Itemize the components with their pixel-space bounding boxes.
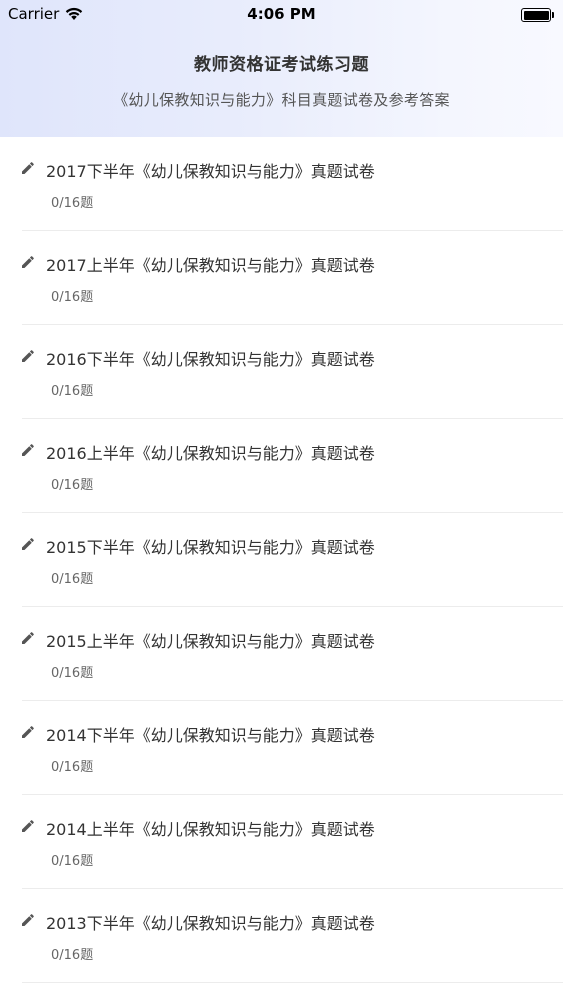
exam-list-item[interactable]: 2013下半年《幼儿保教知识与能力》真题试卷 0/16题: [0, 889, 563, 983]
exam-progress: 0/16题: [51, 948, 94, 963]
pencil-icon: [22, 632, 34, 644]
exam-progress: 0/16题: [51, 666, 94, 681]
exam-list: 2017下半年《幼儿保教知识与能力》真题试卷 0/16题 2017上半年《幼儿保…: [0, 137, 563, 983]
status-bar: Carrier 4:06 PM: [0, 0, 563, 30]
exam-progress: 0/16题: [51, 290, 94, 305]
pencil-icon: [22, 914, 34, 926]
exam-title: 2014下半年《幼儿保教知识与能力》真题试卷: [46, 726, 375, 745]
pencil-icon: [22, 162, 34, 174]
pencil-icon: [22, 256, 34, 268]
exam-title: 2016上半年《幼儿保教知识与能力》真题试卷: [46, 444, 375, 463]
pencil-icon: [22, 444, 34, 456]
exam-progress: 0/16题: [51, 854, 94, 869]
exam-title: 2016下半年《幼儿保教知识与能力》真题试卷: [46, 350, 375, 369]
exam-list-item[interactable]: 2014上半年《幼儿保教知识与能力》真题试卷 0/16题: [0, 795, 563, 889]
pencil-icon: [22, 350, 34, 362]
header: Carrier 4:06 PM 教师资格证考试练习题 《幼儿保教知识与能力》科目…: [0, 0, 563, 137]
exam-list-item[interactable]: 2017上半年《幼儿保教知识与能力》真题试卷 0/16题: [0, 231, 563, 325]
status-time: 4:06 PM: [247, 5, 316, 23]
divider: [22, 982, 563, 983]
page-subtitle: 《幼儿保教知识与能力》科目真题试卷及参考答案: [113, 91, 450, 109]
exam-list-item[interactable]: 2016上半年《幼儿保教知识与能力》真题试卷 0/16题: [0, 419, 563, 513]
exam-title: 2017下半年《幼儿保教知识与能力》真题试卷: [46, 162, 375, 181]
exam-list-item[interactable]: 2014下半年《幼儿保教知识与能力》真题试卷 0/16题: [0, 701, 563, 795]
exam-progress: 0/16题: [51, 572, 94, 587]
pencil-icon: [22, 538, 34, 550]
exam-progress: 0/16题: [51, 760, 94, 775]
battery-icon: [521, 8, 554, 22]
exam-title: 2014上半年《幼儿保教知识与能力》真题试卷: [46, 820, 375, 839]
exam-progress: 0/16题: [51, 384, 94, 399]
pencil-icon: [22, 726, 34, 738]
pencil-icon: [22, 820, 34, 832]
page-title: 教师资格证考试练习题: [194, 55, 369, 75]
exam-progress: 0/16题: [51, 478, 94, 493]
exam-list-item[interactable]: 2017下半年《幼儿保教知识与能力》真题试卷 0/16题: [0, 137, 563, 231]
exam-title: 2015下半年《幼儿保教知识与能力》真题试卷: [46, 538, 375, 557]
exam-progress: 0/16题: [51, 196, 94, 211]
exam-list-item[interactable]: 2016下半年《幼儿保教知识与能力》真题试卷 0/16题: [0, 325, 563, 419]
exam-list-item[interactable]: 2015上半年《幼儿保教知识与能力》真题试卷 0/16题: [0, 607, 563, 701]
exam-title: 2015上半年《幼儿保教知识与能力》真题试卷: [46, 632, 375, 651]
exam-list-item[interactable]: 2015下半年《幼儿保教知识与能力》真题试卷 0/16题: [0, 513, 563, 607]
exam-title: 2017上半年《幼儿保教知识与能力》真题试卷: [46, 256, 375, 275]
exam-title: 2013下半年《幼儿保教知识与能力》真题试卷: [46, 914, 375, 933]
